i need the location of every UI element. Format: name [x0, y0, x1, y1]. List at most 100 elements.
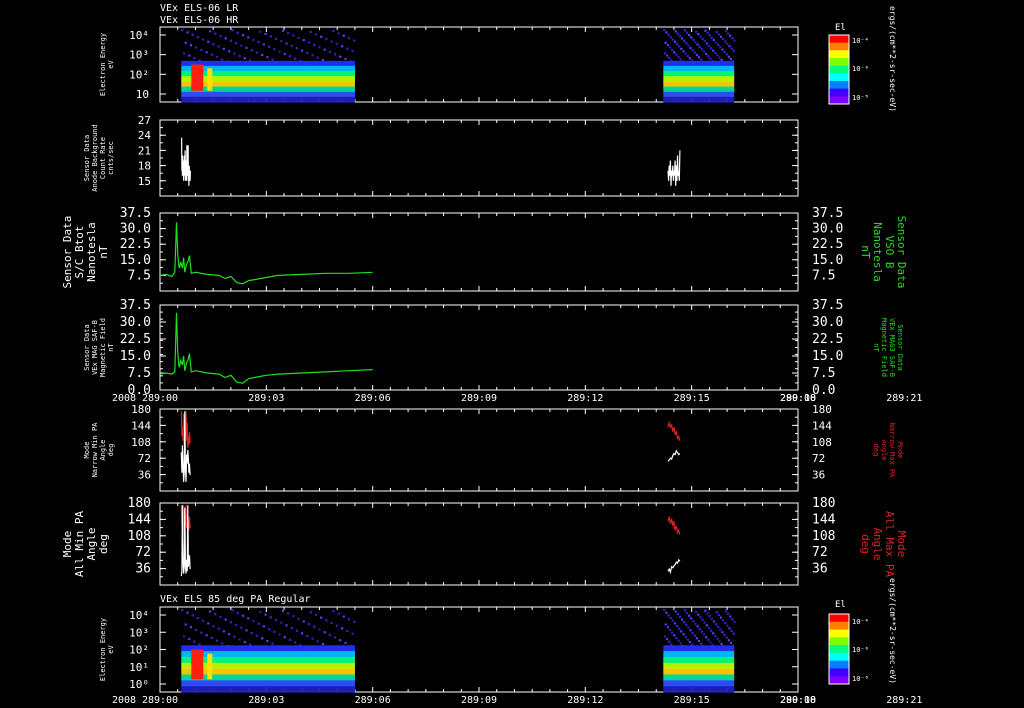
- x-tick-label: 289:03: [248, 393, 284, 404]
- spectrogram-pixel: [228, 50, 231, 53]
- spectrogram-pixel: [712, 620, 715, 623]
- y-tick-label: 10⁴: [129, 29, 149, 42]
- spectrogram-pixel: [704, 29, 707, 32]
- spectrogram-pixel: [285, 624, 288, 627]
- spectrogram-pixel: [691, 49, 694, 52]
- spectrogram-band: [663, 645, 735, 652]
- spectrogram-pixel: [688, 57, 691, 60]
- spectrogram-pixel: [693, 51, 696, 54]
- spectrogram-pixel: [670, 643, 673, 646]
- spectrogram-pixel: [719, 628, 722, 631]
- right-y-tick-label: 180: [812, 496, 835, 511]
- spectrogram-pixel: [231, 29, 234, 32]
- right-axis-label-line: Narrow Max PA: [888, 423, 896, 479]
- colorbar-top-tick-2: 10⁻⁸: [852, 94, 869, 102]
- spectrogram-pixel: [278, 633, 281, 636]
- spectrogram-pixel: [240, 626, 243, 629]
- spectrogram-pixel: [682, 50, 685, 53]
- spectrogram-pixel: [673, 51, 676, 54]
- spectrogram-pixel: [188, 638, 191, 641]
- spectrogram-pixel: [698, 56, 700, 59]
- spectrogram-pixel: [301, 632, 304, 635]
- spectrogram-pixel: [700, 642, 703, 645]
- y-tick-label: 7.5: [128, 268, 151, 283]
- right-y-tick-label: 15.0: [812, 349, 843, 364]
- spectrogram-pixel: [259, 30, 262, 33]
- spectrogram-pixel: [680, 630, 683, 633]
- spectrogram-pixel: [703, 621, 706, 624]
- spectrogram-pixel: [721, 48, 724, 51]
- spectrogram-band: [663, 686, 735, 693]
- spectrogram-pixel: [709, 641, 712, 644]
- spectrogram-pixel: [686, 612, 688, 615]
- y-tick-label: 72: [135, 545, 151, 560]
- spectrogram-pixel: [725, 636, 728, 639]
- spectrogram-band: [181, 91, 355, 98]
- spectrogram-pixel: [701, 37, 704, 40]
- spectrogram-pixel: [717, 33, 720, 36]
- colorbar-step: [829, 676, 849, 685]
- spectrogram-pixel: [184, 41, 187, 44]
- y-tick-label: 10¹: [129, 661, 149, 674]
- spectrogram-pixel: [719, 46, 722, 49]
- colorbar-bottom-tick-2: 10⁻⁸: [852, 675, 869, 683]
- spectrogram-pixel: [231, 609, 234, 612]
- spectrogram-pixel: [671, 619, 674, 622]
- spectrogram-pixel: [698, 640, 700, 642]
- spectrogram-pixel: [695, 610, 698, 613]
- spectrogram-pixel: [210, 53, 213, 56]
- y-tick-label: 72: [138, 452, 151, 465]
- spectrogram-pixel: [205, 634, 208, 637]
- y-tick-label: 18: [138, 160, 151, 173]
- spectrogram-pixel: [728, 45, 731, 48]
- spectrogram-pixel: [271, 58, 274, 61]
- spectrogram-pixel: [721, 631, 724, 634]
- spectrogram-pixel: [696, 43, 699, 46]
- spectrogram-pixel: [681, 37, 683, 40]
- y-tick-label: 108: [131, 436, 151, 449]
- spectrogram-pixel: [245, 629, 248, 632]
- spectrogram-pixel: [731, 37, 734, 40]
- spectrogram-band: [663, 680, 735, 687]
- spectrogram-pixel: [320, 616, 323, 619]
- spectrogram-pixel: [242, 614, 245, 617]
- y-tick-label: 10: [136, 88, 149, 101]
- colorbar-top-tick-1: 10⁻⁶: [852, 65, 869, 73]
- spectrogram-pixel: [325, 38, 328, 41]
- spectrogram-pixel: [332, 610, 335, 613]
- y-axis-label-line: cnts/sec: [107, 141, 115, 175]
- spectrogram-pixel: [684, 52, 687, 55]
- right-axis-label-line: nT: [872, 343, 880, 352]
- x-tick-label: 289:21: [886, 393, 922, 404]
- spectrogram-pixel: [703, 50, 705, 53]
- spectrogram-pixel: [665, 611, 668, 614]
- spectrogram-pixel: [707, 638, 710, 641]
- spectrogram-pixel: [273, 48, 276, 51]
- spectrogram-pixel: [669, 628, 671, 631]
- spectrogram-pixel: [729, 34, 732, 37]
- spectrogram-pixel: [689, 46, 692, 49]
- spectrogram-pixel: [705, 42, 708, 45]
- colorbar-step: [829, 58, 849, 67]
- spectrogram-pixel: [240, 44, 243, 47]
- spectrogram-band: [663, 96, 735, 103]
- spectrogram-pixel: [671, 38, 674, 41]
- colorbar-top-tick-0: 10⁻⁴: [852, 37, 869, 45]
- colorbar-step: [829, 614, 849, 623]
- spectrogram-pixel: [683, 39, 686, 42]
- spectrogram-pixel: [221, 58, 224, 61]
- right-axis-label-line: Mode: [896, 442, 904, 459]
- spectrogram-pixel: [684, 635, 687, 638]
- colorbar-bottom-label: El: [835, 600, 846, 610]
- right-y-tick-label: 108: [812, 529, 835, 544]
- spectrogram-pixel: [282, 29, 284, 32]
- spectrogram-pixel: [219, 35, 222, 38]
- spectrogram-pixel: [701, 618, 704, 621]
- spectrogram-pixel: [680, 47, 683, 50]
- x-tick-label: 289:12: [567, 695, 603, 706]
- spectrogram-pixel: [686, 638, 689, 641]
- colorbar-top-label: El: [835, 23, 846, 33]
- spectrogram-pixel: [715, 41, 718, 44]
- spectrogram-band: [181, 686, 355, 693]
- spectrogram-pixel: [292, 615, 295, 618]
